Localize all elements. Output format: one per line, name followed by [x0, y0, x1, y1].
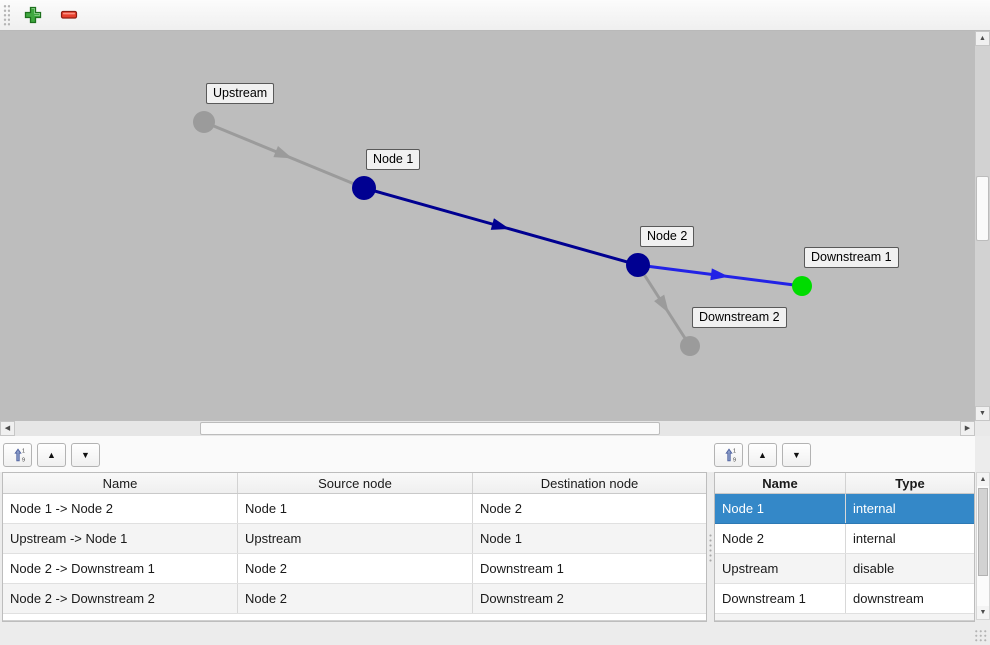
- svg-text:9: 9: [22, 458, 25, 463]
- nodes-table-header: Name Type: [715, 473, 974, 494]
- table-cell: internal: [846, 524, 974, 553]
- scroll-up-icon[interactable]: ▲: [977, 473, 989, 486]
- scroll-left-icon[interactable]: ◀: [0, 421, 15, 436]
- graph-node[interactable]: [626, 253, 650, 277]
- minus-icon: [60, 6, 78, 24]
- table-cell: Node 2: [238, 584, 473, 613]
- table-row[interactable]: Node 2internal: [715, 524, 974, 554]
- triangle-down-icon: ▼: [792, 450, 801, 460]
- edges-panel-toolbar: 1 9 ▲ ▼: [3, 443, 100, 467]
- plus-icon: [24, 6, 42, 24]
- nodes-table-body: Node 1internalNode 2internalUpstreamdisa…: [715, 494, 974, 621]
- graph-node[interactable]: [680, 336, 700, 356]
- graph-node[interactable]: [352, 176, 376, 200]
- graph-node[interactable]: [193, 111, 215, 133]
- scroll-up-icon[interactable]: ▲: [975, 31, 990, 46]
- table-cell: Downstream 1: [473, 554, 706, 583]
- vertical-splitter-handle[interactable]: [708, 533, 713, 563]
- table-cell: Node 2: [473, 494, 706, 523]
- edge-arrow-icon: [273, 146, 294, 164]
- sort-ascending-icon: 1 9: [721, 447, 737, 463]
- table-cell: Node 1: [238, 494, 473, 523]
- column-header-name[interactable]: Name: [3, 473, 238, 493]
- table-cell: Node 1 -> Node 2: [3, 494, 238, 523]
- edges-table-body: Node 1 -> Node 2Node 1Node 2Upstream -> …: [3, 494, 706, 621]
- add-node-button[interactable]: [20, 2, 46, 28]
- canvas-horizontal-scrollbar[interactable]: ◀ ▶: [0, 421, 975, 436]
- node-label[interactable]: Downstream 2: [692, 307, 787, 328]
- column-header-type[interactable]: Type: [846, 473, 974, 493]
- table-cell: Node 1: [473, 524, 706, 553]
- scrollbar-corner: [975, 421, 990, 436]
- application-window: UpstreamNode 1Node 2Downstream 1Downstre…: [0, 0, 990, 645]
- svg-text:1: 1: [733, 449, 736, 455]
- node-label[interactable]: Node 2: [640, 226, 694, 247]
- node-label[interactable]: Downstream 1: [804, 247, 899, 268]
- graph-svg: [0, 31, 975, 421]
- table-row[interactable]: Downstream 1downstream: [715, 584, 974, 614]
- panel-toolbar-strip: [0, 436, 975, 472]
- table-row[interactable]: Node 2 -> Downstream 1Node 2Downstream 1: [3, 554, 706, 584]
- edges-table: Name Source node Destination node Node 1…: [2, 472, 707, 622]
- table-scrollbar-thumb[interactable]: [978, 488, 988, 576]
- bottom-panel: 1 9 ▲ ▼ 1 9 ▲: [0, 443, 990, 645]
- table-row[interactable]: Node 2 -> Downstream 2Node 2Downstream 2: [3, 584, 706, 614]
- horizontal-scrollbar-thumb[interactable]: [200, 422, 660, 435]
- graph-canvas[interactable]: Upstream Node 1 Node 2 Downstream 1 Downstre…: [0, 31, 975, 421]
- column-header-destination-node[interactable]: Destination node: [473, 473, 706, 493]
- graph-node[interactable]: [792, 276, 812, 296]
- move-node-up-button[interactable]: ▲: [748, 443, 777, 467]
- svg-text:1: 1: [22, 449, 25, 455]
- table-cell: Upstream: [238, 524, 473, 553]
- node-label[interactable]: Upstream: [206, 83, 274, 104]
- sort-ascending-icon: 1 9: [10, 447, 26, 463]
- remove-node-button[interactable]: [56, 2, 82, 28]
- nodes-table-scrollbar[interactable]: ▲ ▼: [976, 472, 990, 620]
- table-cell: Node 1: [715, 494, 846, 523]
- table-row[interactable]: Upstream -> Node 1UpstreamNode 1: [3, 524, 706, 554]
- table-cell: Upstream: [715, 554, 846, 583]
- move-edge-up-button[interactable]: ▲: [37, 443, 66, 467]
- window-resize-grip[interactable]: [974, 629, 988, 643]
- table-cell: Node 2: [238, 554, 473, 583]
- node-label[interactable]: Node 1: [366, 149, 420, 170]
- scroll-down-icon[interactable]: ▼: [975, 406, 990, 421]
- nodes-panel-toolbar: 1 9 ▲ ▼: [714, 443, 811, 467]
- table-cell: Node 2 -> Downstream 2: [3, 584, 238, 613]
- table-cell: Downstream 1: [715, 584, 846, 613]
- nodes-table: Name Type Node 1internalNode 2internalUp…: [714, 472, 975, 622]
- table-cell: Downstream 2: [473, 584, 706, 613]
- triangle-down-icon: ▼: [81, 450, 90, 460]
- table-cell: Upstream -> Node 1: [3, 524, 238, 553]
- column-header-name[interactable]: Name: [715, 473, 846, 493]
- main-toolbar: [0, 0, 990, 31]
- edge-arrow-icon: [654, 295, 674, 317]
- move-node-down-button[interactable]: ▼: [782, 443, 811, 467]
- table-empty-row: [3, 614, 706, 621]
- edges-table-header: Name Source node Destination node: [3, 473, 706, 494]
- table-cell: disable: [846, 554, 974, 583]
- triangle-up-icon: ▲: [758, 450, 767, 460]
- vertical-scrollbar-thumb[interactable]: [976, 176, 989, 241]
- table-row[interactable]: Node 1internal: [715, 494, 974, 524]
- table-row[interactable]: Node 1 -> Node 2Node 1Node 2: [3, 494, 706, 524]
- column-header-source-node[interactable]: Source node: [238, 473, 473, 493]
- toolbar-drag-handle[interactable]: [3, 4, 10, 26]
- table-cell: internal: [846, 494, 974, 523]
- table-cell: Node 2: [715, 524, 846, 553]
- edge-arrow-icon: [491, 218, 512, 234]
- scroll-right-icon[interactable]: ▶: [960, 421, 975, 436]
- table-empty-row: [715, 614, 974, 621]
- table-cell: downstream: [846, 584, 974, 613]
- sort-edges-button[interactable]: 1 9: [3, 443, 32, 467]
- canvas-vertical-scrollbar[interactable]: ▲ ▼: [975, 31, 990, 421]
- svg-text:9: 9: [733, 458, 736, 463]
- table-cell: Node 2 -> Downstream 1: [3, 554, 238, 583]
- scroll-down-icon[interactable]: ▼: [977, 606, 989, 619]
- triangle-up-icon: ▲: [47, 450, 56, 460]
- table-row[interactable]: Upstreamdisable: [715, 554, 974, 584]
- sort-nodes-button[interactable]: 1 9: [714, 443, 743, 467]
- move-edge-down-button[interactable]: ▼: [71, 443, 100, 467]
